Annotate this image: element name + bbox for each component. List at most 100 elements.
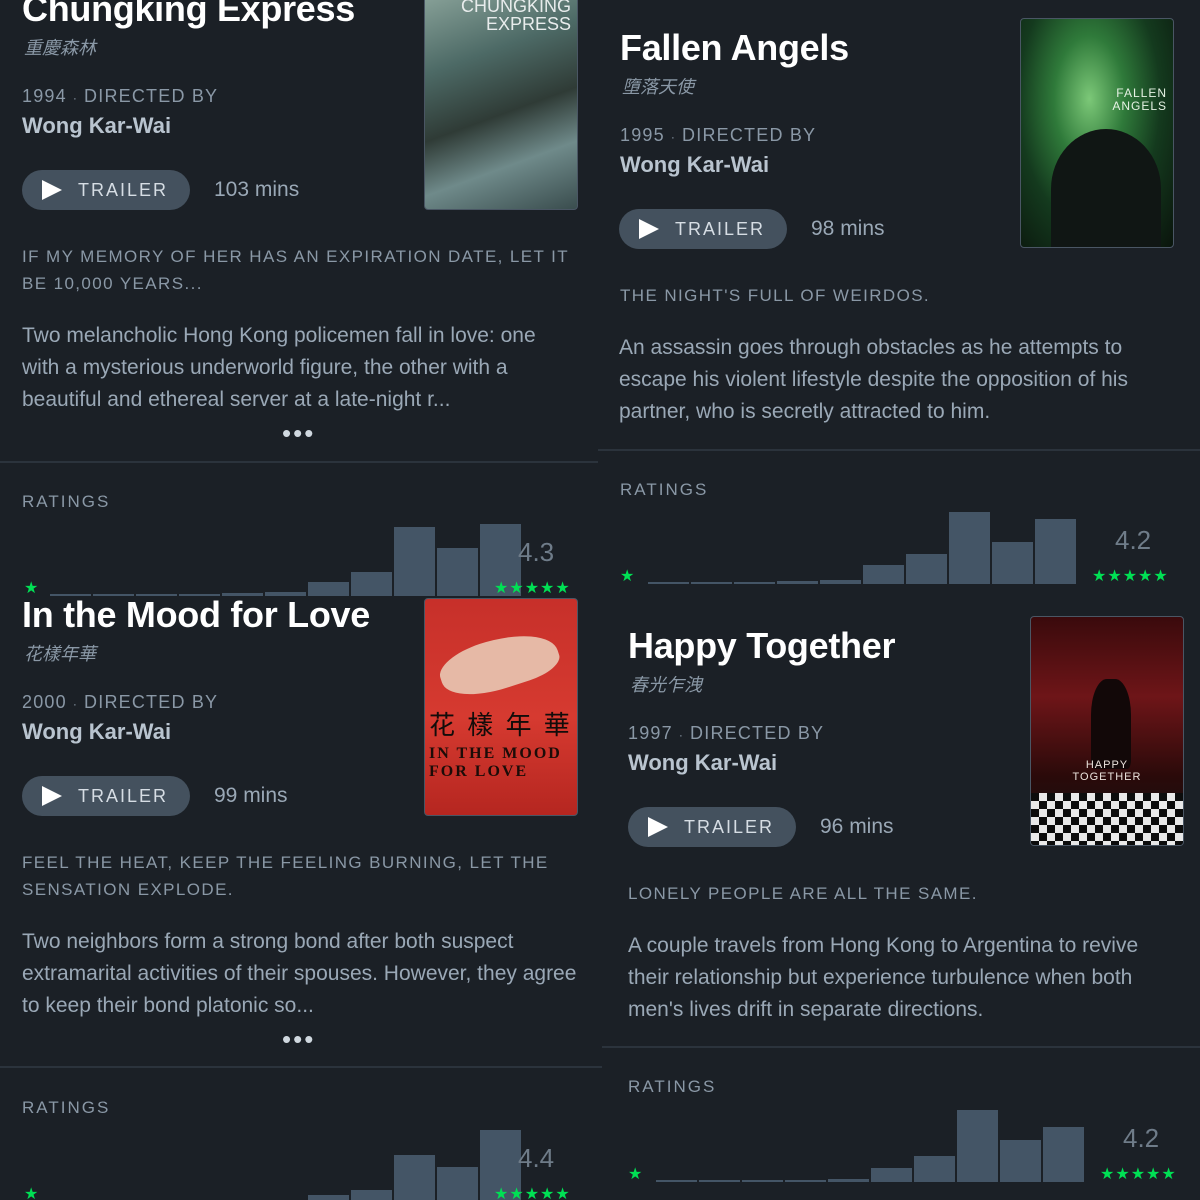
five-star-icon: ★★★★★ <box>1092 568 1169 585</box>
trailer-label: TRAILER <box>78 785 169 806</box>
histogram-bar[interactable] <box>785 1180 826 1182</box>
histogram-bar[interactable] <box>863 565 904 584</box>
ratings-label: RATINGS <box>22 1098 111 1117</box>
director-name[interactable]: Wong Kar-Wai <box>22 719 171 745</box>
meta-separator: · <box>678 728 685 742</box>
histogram-bar[interactable] <box>179 594 220 596</box>
trailer-button[interactable]: TRAILER <box>619 209 787 249</box>
film-meta: 1995 · DIRECTED BY <box>620 125 816 146</box>
histogram-bar[interactable] <box>136 594 177 596</box>
release-year[interactable]: 1994 <box>22 86 67 106</box>
half-star-icon: ★ <box>628 1166 643 1183</box>
meta-separator: · <box>670 130 677 144</box>
trailer-button[interactable]: TRAILER <box>628 807 796 847</box>
histogram-bar[interactable] <box>734 582 775 584</box>
histogram-bar[interactable] <box>351 1190 392 1200</box>
ratings-label: RATINGS <box>620 480 709 499</box>
histogram-bar[interactable] <box>992 542 1033 584</box>
film-card-in-the-mood-for-love: In the Mood for Love 花樣年華 2000 · DIRECTED … <box>0 598 602 1200</box>
poster-floor <box>1031 793 1183 845</box>
play-icon <box>42 180 62 200</box>
half-star-icon: ★ <box>24 1186 39 1200</box>
film-card-fallen-angels: Fallen Angels 墮落天使 1995 · DIRECTED BY Wong… <box>598 0 1200 598</box>
histogram-bar[interactable] <box>699 1180 740 1182</box>
poster-figure <box>1091 679 1131 769</box>
film-meta: 1994 · DIRECTED BY <box>22 86 218 107</box>
histogram-bar[interactable] <box>308 582 349 596</box>
histogram-bar[interactable] <box>437 548 478 596</box>
synopsis: An assassin goes through obstacles as he… <box>619 336 1128 423</box>
film-title: Happy Together <box>628 625 896 666</box>
tagline: THE NIGHT'S FULL OF WEIRDOS. <box>620 286 931 305</box>
histogram-bar[interactable] <box>871 1168 912 1182</box>
histogram-bar[interactable] <box>394 1155 435 1200</box>
histogram-bar[interactable] <box>93 594 134 596</box>
release-year[interactable]: 2000 <box>22 692 67 712</box>
runtime: 96 mins <box>820 815 894 838</box>
histogram-bar[interactable] <box>820 580 861 584</box>
original-title: 花樣年華 <box>24 644 96 664</box>
play-icon <box>639 219 659 239</box>
histogram-bar[interactable] <box>351 572 392 596</box>
film-meta: 1997 · DIRECTED BY <box>628 723 824 744</box>
play-icon <box>648 817 668 837</box>
ratings-label: RATINGS <box>628 1077 717 1096</box>
histogram-bar[interactable] <box>1035 519 1076 584</box>
average-rating[interactable]: 4.2 <box>1123 1123 1159 1154</box>
poster-figure <box>1051 129 1161 247</box>
histogram-bar[interactable] <box>1000 1140 1041 1182</box>
histogram-bar[interactable] <box>222 593 263 596</box>
five-star-icon: ★★★★★ <box>1100 1166 1177 1183</box>
half-star-icon: ★ <box>620 568 635 585</box>
poster-chinese-title: 花 樣 年 華 <box>429 711 572 741</box>
histogram-bar[interactable] <box>394 527 435 596</box>
average-rating[interactable]: 4.4 <box>518 1143 554 1174</box>
average-rating[interactable]: 4.3 <box>518 537 554 568</box>
film-card-chungking-express: Chungking Express 重慶森林 1994 · DIRECTED BY … <box>0 0 598 598</box>
trailer-label: TRAILER <box>684 816 775 837</box>
poster-title: CHUNGKING EXPRESS <box>460 0 571 34</box>
histogram-bar[interactable] <box>1043 1127 1084 1182</box>
film-card-happy-together: Happy Together 春光乍洩 1997 · DIRECTED BY Won… <box>602 598 1200 1200</box>
ratings-histogram <box>656 1110 1084 1182</box>
trailer-button[interactable]: TRAILER <box>22 170 190 210</box>
histogram-bar[interactable] <box>265 592 306 596</box>
histogram-bar[interactable] <box>648 582 689 584</box>
histogram-bar[interactable] <box>828 1179 869 1182</box>
meta-separator: · <box>72 697 79 711</box>
play-icon <box>42 786 62 806</box>
trailer-button[interactable]: TRAILER <box>22 776 190 816</box>
section-divider <box>602 1046 1200 1048</box>
film-poster[interactable]: HAPPY TOGETHER <box>1030 616 1184 846</box>
film-poster[interactable]: 花 樣 年 華 IN THE MOOD FOR LOVE <box>424 598 578 816</box>
synopsis: Two melancholic Hong Kong policemen fall… <box>22 324 536 411</box>
meta-separator: · <box>72 91 79 105</box>
histogram-bar[interactable] <box>50 594 91 596</box>
director-name[interactable]: Wong Kar-Wai <box>628 750 777 776</box>
five-star-icon: ★★★★★ <box>494 580 571 597</box>
film-poster[interactable]: CHUNGKING EXPRESS <box>424 0 578 210</box>
histogram-bar[interactable] <box>906 554 947 584</box>
original-title: 重慶森林 <box>24 38 96 58</box>
histogram-bar[interactable] <box>949 512 990 584</box>
histogram-bar[interactable] <box>914 1156 955 1182</box>
release-year[interactable]: 1995 <box>620 125 665 145</box>
more-button[interactable]: ••• <box>282 1026 315 1052</box>
histogram-bar[interactable] <box>308 1195 349 1200</box>
histogram-bar[interactable] <box>777 581 818 584</box>
film-poster[interactable]: FALLEN ANGELS <box>1020 18 1174 248</box>
histogram-bar[interactable] <box>957 1110 998 1182</box>
more-button[interactable]: ••• <box>282 420 315 446</box>
film-title: In the Mood for Love <box>22 598 370 635</box>
release-year[interactable]: 1997 <box>628 723 673 743</box>
director-name[interactable]: Wong Kar-Wai <box>620 152 769 178</box>
trailer-label: TRAILER <box>78 179 169 200</box>
histogram-bar[interactable] <box>742 1180 783 1182</box>
histogram-bar[interactable] <box>691 582 732 584</box>
histogram-bar[interactable] <box>437 1167 478 1200</box>
histogram-bar[interactable] <box>656 1180 697 1182</box>
average-rating[interactable]: 4.2 <box>1115 525 1151 556</box>
director-name[interactable]: Wong Kar-Wai <box>22 113 171 139</box>
poster-title: HAPPY TOGETHER <box>1072 759 1142 783</box>
runtime: 99 mins <box>214 784 288 807</box>
